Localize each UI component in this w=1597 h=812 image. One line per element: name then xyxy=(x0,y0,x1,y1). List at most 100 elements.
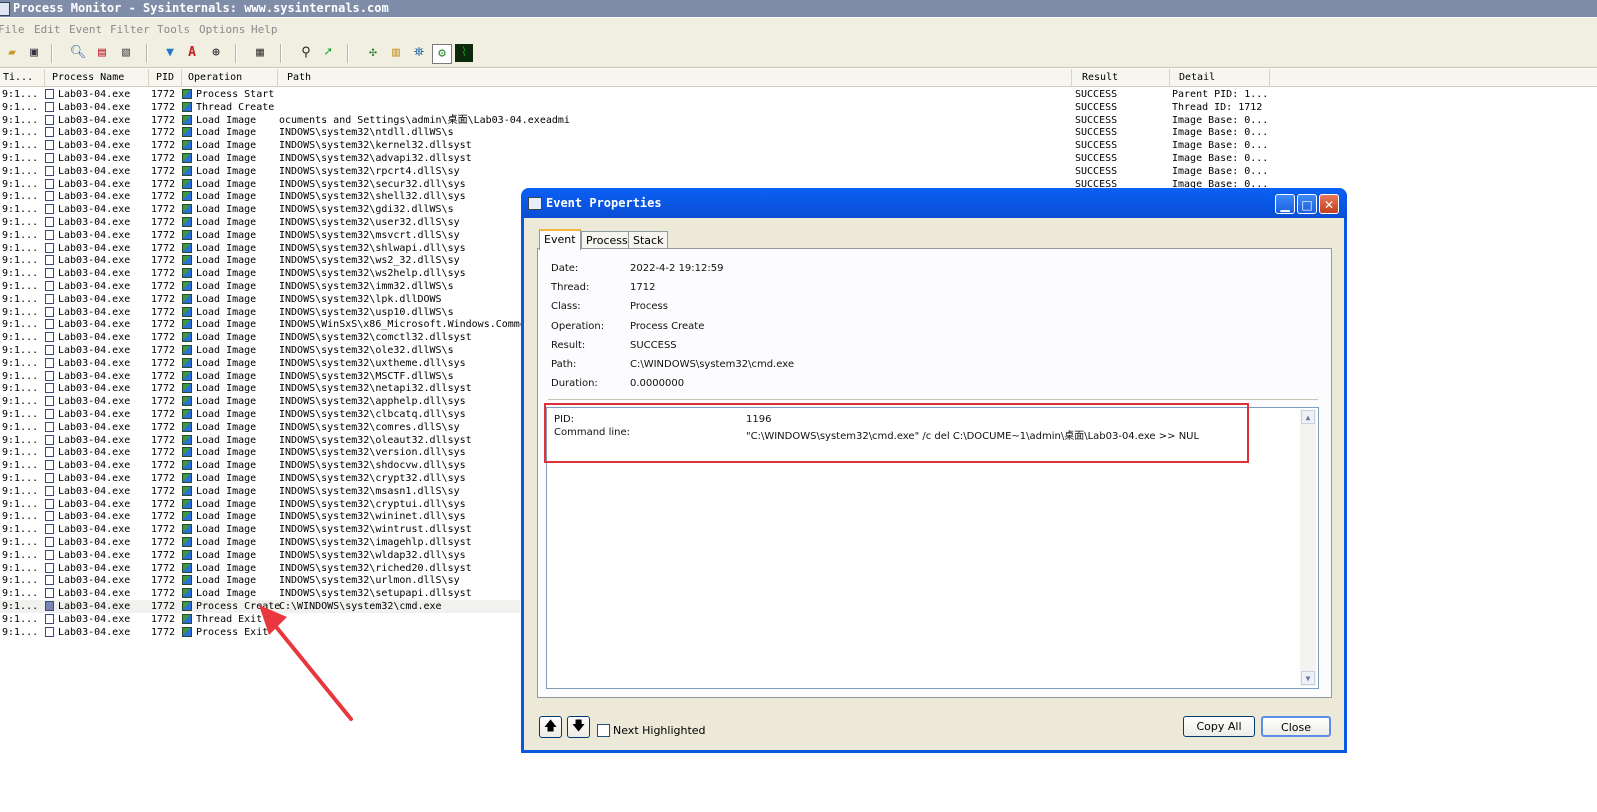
table-row[interactable]: 9:1... Lab03-04.exe 1772 Load Image INDOWS\s… xyxy=(0,152,1597,165)
profiling-icon[interactable]: ⌇ xyxy=(455,44,473,62)
cell-time: 9:1... xyxy=(2,396,39,408)
process-icon xyxy=(45,101,54,112)
cell-pid: 1772 xyxy=(151,140,176,152)
cell-result: SUCCESS xyxy=(1075,140,1118,152)
table-row[interactable]: 9:1... Lab03-04.exe 1772 Load Image INDOWS\s… xyxy=(0,165,1597,178)
filter-icon[interactable]: ▼ xyxy=(161,44,179,62)
next-highlighted-checkbox[interactable] xyxy=(597,724,610,737)
event-tab-panel: Date: 2022-4-2 19:12:59 Thread: 1712 Cla… xyxy=(537,248,1332,698)
table-row[interactable]: 9:1... Lab03-04.exe 1772 Load Image ocuments… xyxy=(0,114,1597,127)
cell-result: SUCCESS xyxy=(1075,165,1118,177)
col-path[interactable]: Path xyxy=(278,69,1072,86)
scroll-down-icon[interactable]: ▼ xyxy=(1301,671,1315,685)
cell-process: Lab03-04.exe xyxy=(58,601,131,612)
cell-op: Load Image xyxy=(196,537,257,548)
process-icon xyxy=(45,165,54,176)
window-title-bar[interactable]: Process Monitor - Sysinternals: www.sysi… xyxy=(0,0,1597,17)
column-header: Ti... Process Name PID Operation Path Re… xyxy=(0,69,1597,87)
binoculars-icon[interactable]: ⚲ xyxy=(297,44,315,62)
tab-process[interactable]: Process xyxy=(581,231,633,249)
close-button[interactable]: Close xyxy=(1261,716,1331,737)
process-icon[interactable]: ⚙ xyxy=(432,44,452,64)
col-pid[interactable]: PID xyxy=(149,69,182,86)
process-icon xyxy=(45,89,54,99)
copy-all-button[interactable]: Copy All xyxy=(1183,716,1255,737)
details-scrollbar[interactable]: ▲ ▼ xyxy=(1300,410,1316,686)
cell-process: Lab03-04.exe xyxy=(58,217,131,228)
process-icon xyxy=(45,255,54,266)
minimize-button[interactable]: ▁ xyxy=(1275,194,1295,214)
registry-icon[interactable]: ✣ xyxy=(364,44,382,62)
cell-process: Lab03-04.exe xyxy=(58,396,131,408)
next-event-button[interactable]: 🡇 xyxy=(567,716,590,738)
operation-icon xyxy=(182,114,192,125)
col-time[interactable]: Ti... xyxy=(0,69,45,86)
operation-icon xyxy=(182,370,192,381)
tab-event[interactable]: Event xyxy=(539,229,581,250)
operation-icon xyxy=(182,396,192,407)
clear-icon[interactable]: ▧ xyxy=(117,44,135,62)
operation-icon xyxy=(182,447,192,458)
previous-event-button[interactable]: 🡅 xyxy=(539,716,562,738)
tab-stack[interactable]: Stack xyxy=(628,231,669,249)
field-label: Duration: xyxy=(551,378,598,389)
menu-help[interactable]: Help xyxy=(251,23,278,36)
highlight-icon[interactable]: A xyxy=(183,44,201,62)
menu-options[interactable]: Options xyxy=(199,23,245,36)
open-icon[interactable]: ▰ xyxy=(3,44,21,62)
cell-time: 9:1... xyxy=(2,383,39,395)
cell-process: Lab03-04.exe xyxy=(58,281,131,292)
menu-filter[interactable]: Filter xyxy=(110,23,150,36)
menu-tools[interactable]: Tools xyxy=(157,23,190,36)
dialog-title-bar[interactable]: Event Properties ▁ □ ✕ xyxy=(521,188,1347,218)
save-icon[interactable]: ▣ xyxy=(25,44,43,62)
network-icon[interactable]: ⛯ xyxy=(410,44,428,62)
target-icon[interactable]: ⊕ xyxy=(207,44,225,62)
close-window-button[interactable]: ✕ xyxy=(1319,194,1339,214)
cell-op: Process Start xyxy=(196,89,275,100)
process-icon xyxy=(45,575,54,586)
table-row[interactable]: 9:1... Lab03-04.exe 1772 Process Start SUCCE… xyxy=(0,88,1597,101)
filesystem-icon[interactable]: ▥ xyxy=(387,44,405,62)
col-operation[interactable]: Operation xyxy=(182,69,278,86)
cell-path: INDOWS\system32\rpcrt4.dllS\sy xyxy=(279,165,460,177)
col-detail[interactable]: Detail xyxy=(1170,69,1270,86)
cell-time: 9:1... xyxy=(2,268,39,280)
cell-op: Load Image xyxy=(196,460,257,472)
menu-edit[interactable]: Edit xyxy=(34,23,61,36)
cell-pid: 1772 xyxy=(151,549,176,561)
menu-event[interactable]: Event xyxy=(69,23,102,36)
cell-pid: 1772 xyxy=(151,89,176,100)
autoscroll-icon[interactable]: ▤ xyxy=(93,44,111,62)
operation-icon xyxy=(182,434,192,445)
process-icon xyxy=(45,204,54,215)
cell-process: Lab03-04.exe xyxy=(58,588,131,600)
cell-process: Lab03-04.exe xyxy=(58,562,131,574)
find-icon[interactable]: 🔍︎ xyxy=(69,44,87,62)
cell-time: 9:1... xyxy=(2,511,39,523)
table-row[interactable]: 9:1... Lab03-04.exe 1772 Load Image INDOWS\s… xyxy=(0,126,1597,139)
scroll-up-icon[interactable]: ▲ xyxy=(1301,410,1315,424)
cell-time: 9:1... xyxy=(2,524,39,536)
table-row[interactable]: 9:1... Lab03-04.exe 1772 Load Image INDOWS\s… xyxy=(0,139,1597,152)
operation-icon xyxy=(182,217,192,227)
cell-pid: 1772 xyxy=(151,101,176,113)
goto-icon[interactable]: ➚ xyxy=(319,44,337,62)
cell-pid: 1772 xyxy=(151,409,176,420)
maximize-button[interactable]: □ xyxy=(1297,194,1317,214)
cell-process: Lab03-04.exe xyxy=(58,127,131,139)
operation-icon xyxy=(182,588,192,599)
result-value: SUCCESS xyxy=(630,340,677,351)
col-process-name[interactable]: Process Name xyxy=(45,69,149,86)
jump-icon[interactable]: ▦ xyxy=(251,44,269,62)
col-result[interactable]: Result xyxy=(1072,69,1170,86)
cell-pid: 1772 xyxy=(151,511,176,523)
operation-icon xyxy=(182,281,192,291)
process-icon xyxy=(45,345,54,355)
cell-pid: 1772 xyxy=(151,357,176,369)
field-label: Date: xyxy=(551,263,579,274)
table-row[interactable]: 9:1... Lab03-04.exe 1772 Thread Create SUCCE… xyxy=(0,101,1597,114)
menu-file[interactable]: File xyxy=(0,23,25,36)
cell-time: 9:1... xyxy=(2,370,39,382)
minimize-icon: ▁ xyxy=(1280,198,1290,212)
